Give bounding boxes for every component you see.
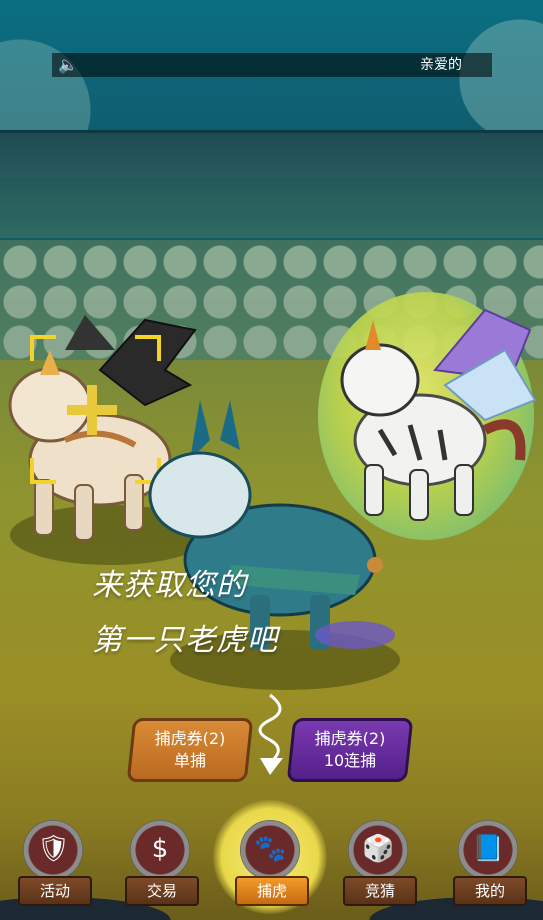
nav-icon-frame: 🛡 xyxy=(23,820,83,880)
ten-capture-subtitle: 10连捕 xyxy=(323,751,377,770)
aim-bracket xyxy=(135,335,161,361)
nav-item-guess[interactable]: 🎲 竞猜 xyxy=(333,820,423,920)
single-capture-title: 捕虎券(2) xyxy=(154,729,226,748)
nav-label-capture: 捕虎 xyxy=(235,876,309,906)
money-bag-icon: $ xyxy=(151,834,169,864)
winged-tiger-right[interactable] xyxy=(325,290,540,540)
single-capture-subtitle: 单捕 xyxy=(173,751,206,770)
paw-icon: 🐾 xyxy=(254,834,287,864)
stadium-roof xyxy=(0,130,543,181)
nav-item-trade[interactable]: $ 交易 xyxy=(115,820,205,920)
nav-icon-frame: 🎲 xyxy=(348,820,408,880)
nav-label-mine: 我的 xyxy=(453,876,527,906)
dice-icon: 🎲 xyxy=(362,834,395,864)
crosshair-icon xyxy=(67,385,117,435)
prompt-line-1: 来获取您的 xyxy=(92,568,247,603)
book-icon: 📘 xyxy=(472,834,505,864)
nav-item-activity[interactable]: 🛡 活动 xyxy=(8,820,98,920)
nav-label-trade: 交易 xyxy=(125,876,199,906)
announcement-text: 亲爱的 xyxy=(420,57,462,73)
nav-icon-frame: 📘 xyxy=(458,820,518,880)
bottom-navigation: 🛡 活动 $ 交易 🐾 捕虎 🎲 竞猜 📘 我的 xyxy=(0,790,543,920)
aim-bracket xyxy=(30,458,56,484)
single-capture-button[interactable]: 捕虎券(2) 单捕 xyxy=(126,718,254,782)
speaker-icon[interactable]: 🔈 xyxy=(58,56,80,74)
nav-item-capture[interactable]: 🐾 捕虎 xyxy=(213,800,327,920)
shield-icon: 🛡 xyxy=(37,834,71,864)
nav-icon-frame: 🐾 xyxy=(240,820,300,880)
nav-label-guess: 竞猜 xyxy=(343,876,417,906)
game-scene: 🔈 亲爱的 来获取您的 第一只老虎吧 捕虎券(2) 单捕 捕虎券(2) 10连捕… xyxy=(0,0,543,920)
nav-item-mine[interactable]: 📘 我的 xyxy=(443,820,533,920)
stadium-band xyxy=(0,178,543,238)
nav-icon-frame: $ xyxy=(130,820,190,880)
aim-bracket xyxy=(30,335,56,361)
nav-label-activity: 活动 xyxy=(18,876,92,906)
prompt-line-2: 第一只老虎吧 xyxy=(92,623,278,658)
ten-capture-title: 捕虎券(2) xyxy=(314,729,386,748)
ten-capture-button[interactable]: 捕虎券(2) 10连捕 xyxy=(286,718,414,782)
